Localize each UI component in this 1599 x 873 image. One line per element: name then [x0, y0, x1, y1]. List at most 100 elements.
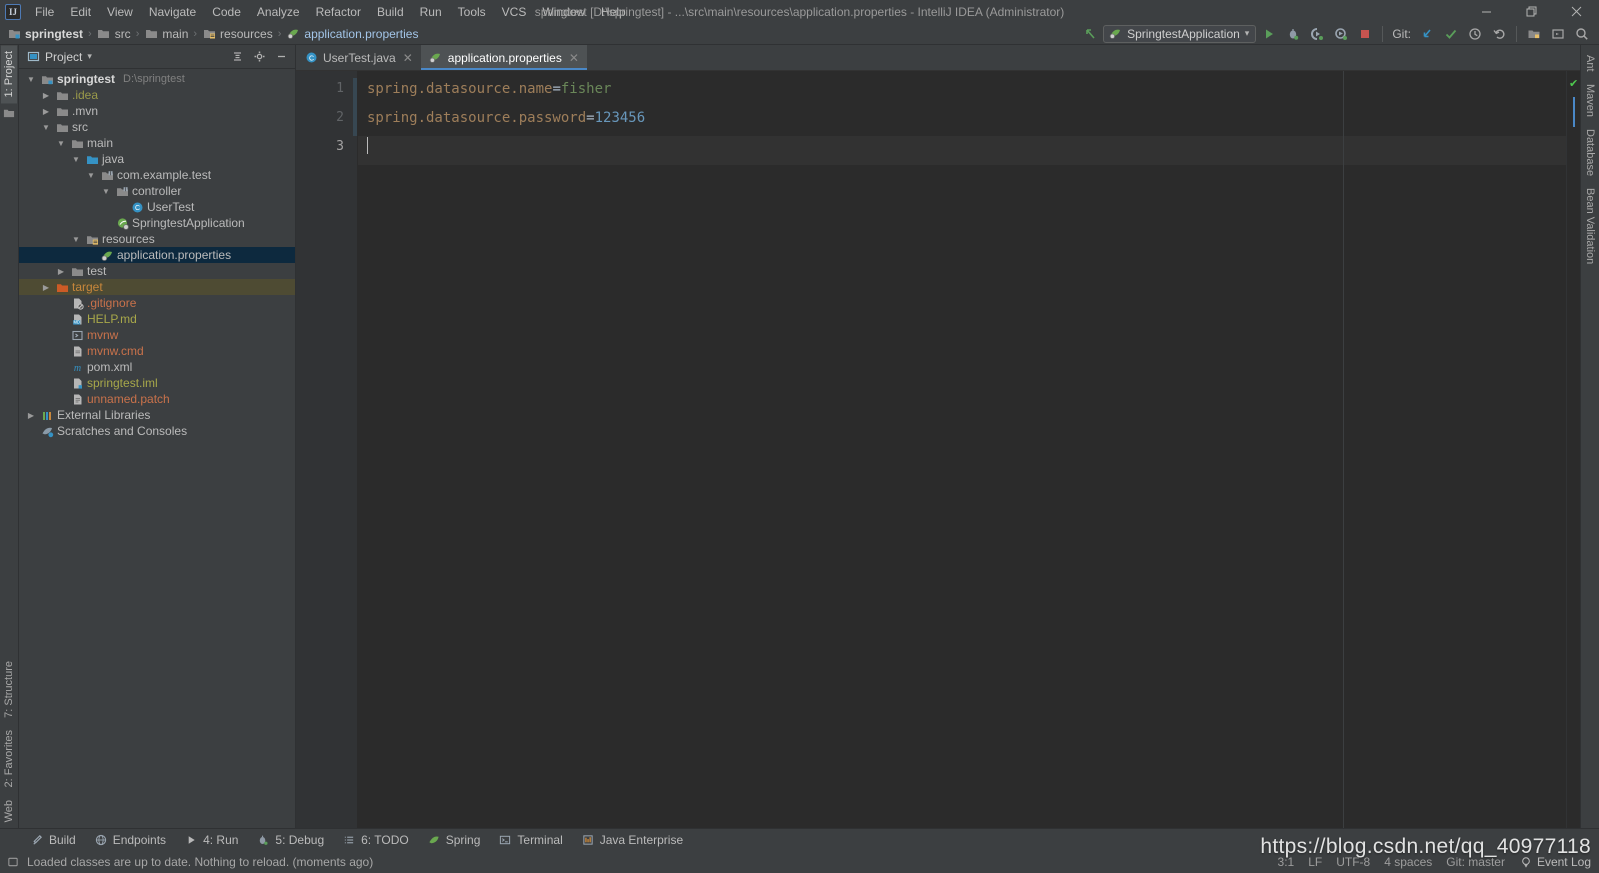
file-encoding[interactable]: UTF-8 — [1336, 855, 1370, 869]
git-branch[interactable]: Git: master — [1446, 855, 1505, 869]
menu-help[interactable]: Help — [593, 2, 634, 22]
sidebar-item-project[interactable]: 1: Project — [1, 45, 17, 104]
tree-expand-arrow-open[interactable]: ▼ — [100, 187, 112, 196]
tree-node-mvnw[interactable]: ▶ mvnw — [19, 327, 295, 343]
tool-window-debug[interactable]: 5: Debug — [248, 832, 332, 848]
tree-node-target[interactable]: ▶ target — [19, 279, 295, 295]
tree-expand-arrow-closed[interactable]: ▶ — [40, 107, 52, 116]
menu-analyze[interactable]: Analyze — [249, 2, 308, 22]
settings-button[interactable] — [1547, 24, 1569, 44]
tree-expand-arrow-open[interactable]: ▼ — [70, 235, 82, 244]
tree-node-com-example-test[interactable]: ▼ com.example.test — [19, 167, 295, 183]
run-coverage-button[interactable] — [1306, 24, 1328, 44]
menu-view[interactable]: View — [99, 2, 141, 22]
menu-file[interactable]: File — [27, 2, 62, 22]
editor-gutter[interactable]: 1 2 3 — [296, 71, 358, 828]
tool-window-spring[interactable]: Spring — [419, 832, 489, 848]
tree-node-springtest-iml[interactable]: ▶ springtest.iml — [19, 375, 295, 391]
menu-tools[interactable]: Tools — [450, 2, 494, 22]
tree-node-resources[interactable]: ▼ resources — [19, 231, 295, 247]
tree-expand-arrow-open[interactable]: ▼ — [70, 155, 82, 164]
run-button[interactable] — [1258, 24, 1280, 44]
project-structure-button[interactable] — [1523, 24, 1545, 44]
chevron-down-icon[interactable]: ▾ — [87, 51, 92, 62]
menu-code[interactable]: Code — [204, 2, 249, 22]
tool-window-build[interactable]: Build — [22, 832, 84, 848]
menu-vcs[interactable]: VCS — [494, 2, 535, 22]
breadcrumb-resources[interactable]: resources — [199, 27, 276, 41]
code-text-area[interactable]: spring.datasource.name=fisher spring.dat… — [358, 71, 1566, 828]
tool-window-run[interactable]: 4: Run — [176, 832, 246, 848]
tree-node-gitignore[interactable]: ▶ .gitignore — [19, 295, 295, 311]
tree-node-scratches-and-consoles[interactable]: ▶ Scratches and Consoles — [19, 423, 295, 439]
sidebar-item-maven[interactable]: Maven — [1582, 78, 1598, 123]
tree-node-external-libraries[interactable]: ▶ External Libraries — [19, 407, 295, 423]
hide-panel-button[interactable] — [271, 47, 291, 67]
tree-expand-arrow-closed[interactable]: ▶ — [40, 91, 52, 100]
git-commit-button[interactable] — [1440, 24, 1462, 44]
sidebar-item-web[interactable]: Web — [1, 794, 17, 828]
tool-window-endpoints[interactable]: Endpoints — [86, 832, 174, 848]
close-icon[interactable]: ✕ — [403, 51, 413, 65]
editor-tab-application-properties[interactable]: application.properties ✕ — [420, 45, 588, 70]
menu-build[interactable]: Build — [369, 2, 412, 22]
tree-node-idea[interactable]: ▶ .idea — [19, 87, 295, 103]
tree-expand-arrow-closed[interactable]: ▶ — [55, 267, 67, 276]
profile-button[interactable] — [1330, 24, 1352, 44]
tree-expand-arrow-closed[interactable]: ▶ — [40, 283, 52, 292]
sidebar-item-database[interactable]: Database — [1582, 123, 1598, 182]
tree-expand-arrow-open[interactable]: ▼ — [55, 139, 67, 148]
caret-position[interactable]: 3:1 — [1278, 855, 1295, 869]
debug-button[interactable] — [1282, 24, 1304, 44]
breadcrumb-application-properties[interactable]: application.properties — [283, 27, 421, 41]
tree-node-main[interactable]: ▼ main — [19, 135, 295, 151]
git-rollback-button[interactable] — [1488, 24, 1510, 44]
settings-gear-icon[interactable] — [249, 47, 269, 67]
menu-window[interactable]: Window — [534, 2, 593, 22]
tool-window-todo[interactable]: 6: TODO — [334, 832, 417, 848]
tree-node-help-md[interactable]: ▶ MD HELP.md — [19, 311, 295, 327]
back-arrow-icon[interactable] — [1079, 24, 1101, 44]
line-separator[interactable]: LF — [1308, 855, 1322, 869]
tree-node-src[interactable]: ▼ src — [19, 119, 295, 135]
tree-node-java[interactable]: ▼ java — [19, 151, 295, 167]
tree-node-mvn[interactable]: ▶ .mvn — [19, 103, 295, 119]
event-log-button[interactable]: Event Log — [1519, 855, 1591, 869]
close-button[interactable] — [1554, 0, 1599, 23]
tool-window-terminal[interactable]: Terminal — [490, 832, 570, 848]
tree-node-controller[interactable]: ▼ controller — [19, 183, 295, 199]
tree-expand-arrow-open[interactable]: ▼ — [40, 123, 52, 132]
sidebar-item-structure[interactable]: 7: Structure — [1, 655, 17, 724]
tree-node-test[interactable]: ▶ test — [19, 263, 295, 279]
menu-navigate[interactable]: Navigate — [141, 2, 204, 22]
tree-node-pom-xml[interactable]: ▶ m pom.xml — [19, 359, 295, 375]
tree-node-mvnw-cmd[interactable]: ▶ mvnw.cmd — [19, 343, 295, 359]
sidebar-item-ant[interactable]: Ant — [1582, 49, 1598, 78]
search-everywhere-icon[interactable] — [1571, 24, 1593, 44]
menu-refactor[interactable]: Refactor — [308, 2, 369, 22]
sidebar-item-bean-validation[interactable]: Bean Validation — [1582, 182, 1598, 270]
inspection-scrollbar[interactable]: ✔ — [1566, 71, 1580, 828]
minimize-button[interactable] — [1464, 0, 1509, 23]
editor-tab-usertest-java[interactable]: C UserTest.java ✕ — [296, 45, 421, 70]
indent-setting[interactable]: 4 spaces — [1384, 855, 1432, 869]
menu-edit[interactable]: Edit — [62, 2, 99, 22]
run-configuration-selector[interactable]: SpringtestApplication ▾ — [1103, 24, 1257, 43]
tree-expand-arrow-closed[interactable]: ▶ — [25, 411, 37, 420]
project-tree[interactable]: ▼ springtest D:\springtest ▶ .idea ▶ .mvn ▼ src ▼… — [19, 69, 295, 828]
tree-expand-arrow-open[interactable]: ▼ — [85, 171, 97, 180]
tree-node-springtestapplication[interactable]: ▶ SpringtestApplication — [19, 215, 295, 231]
stop-button[interactable] — [1354, 24, 1376, 44]
collapse-all-button[interactable] — [227, 47, 247, 67]
tree-node-application-properties[interactable]: ▶ application.properties — [19, 247, 295, 263]
tree-node-unnamed-patch[interactable]: ▶ unnamed.patch — [19, 391, 295, 407]
breadcrumb-src[interactable]: src — [94, 27, 134, 41]
tree-node-usertest[interactable]: ▶ C UserTest — [19, 199, 295, 215]
tree-expand-arrow-open[interactable]: ▼ — [25, 75, 37, 84]
menu-run[interactable]: Run — [412, 2, 450, 22]
tool-window-java-enterprise[interactable]: Java Enterprise — [573, 832, 691, 848]
git-history-button[interactable] — [1464, 24, 1486, 44]
sidebar-item-favorites[interactable]: 2: Favorites — [1, 724, 17, 793]
maximize-restore-button[interactable] — [1509, 0, 1554, 23]
breadcrumb-springtest[interactable]: springtest — [4, 27, 86, 41]
